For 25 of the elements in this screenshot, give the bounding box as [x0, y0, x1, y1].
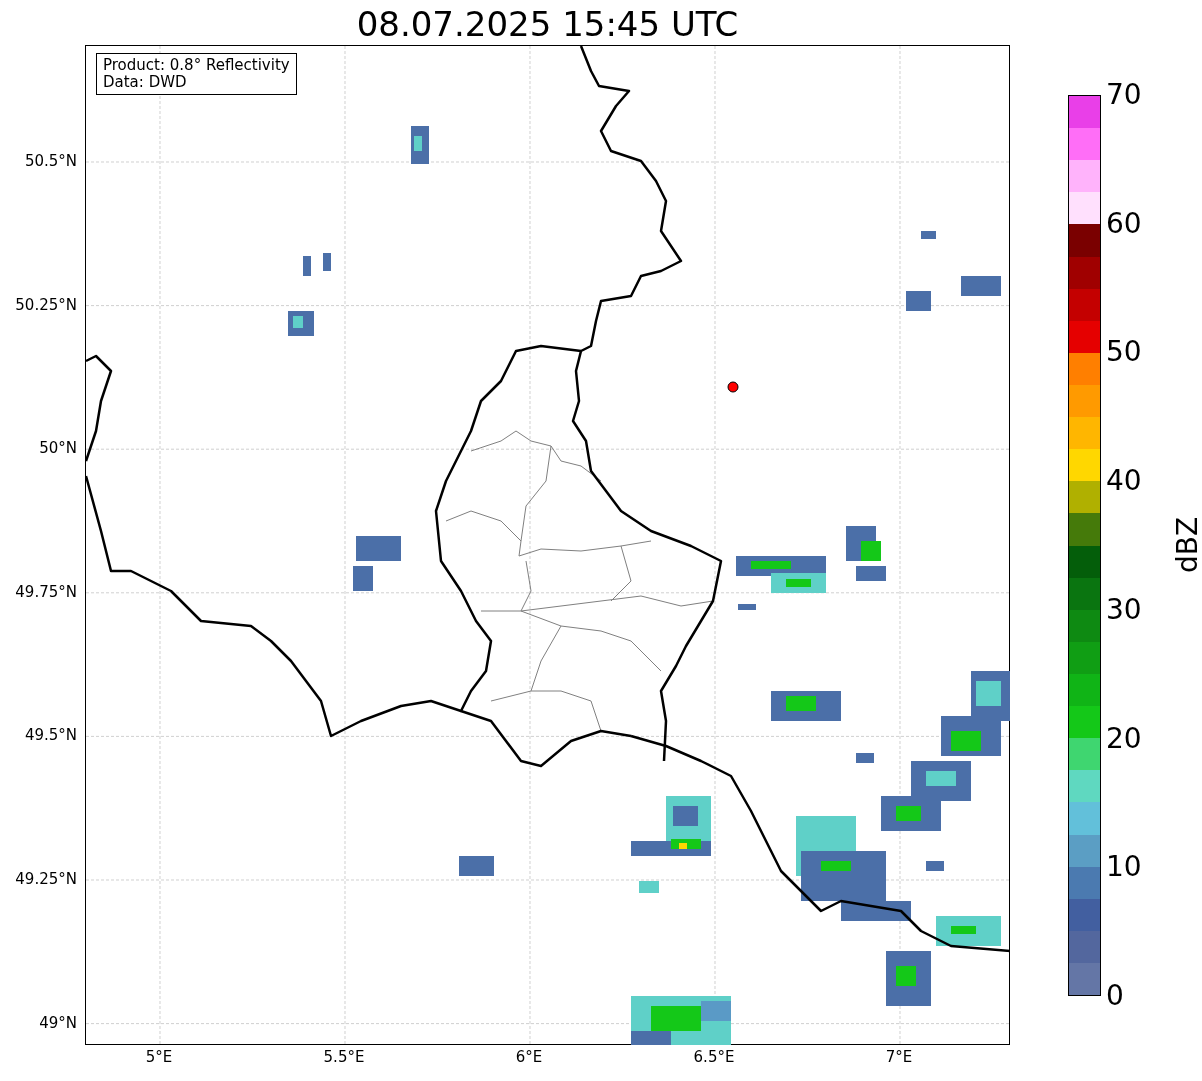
latitude-label: 50°N [39, 439, 77, 458]
latitude-label: 50.25°N [15, 295, 77, 314]
latitude-label: 49.5°N [24, 726, 77, 745]
colorbar-tick-label: 70 [1106, 79, 1142, 111]
colorbar-tick-label: 50 [1106, 336, 1142, 369]
chart-title: 08.07.2025 15:45 UTC [356, 3, 739, 45]
legend-text: Product: 0.8° Reflectivity [103, 57, 290, 74]
colorbar-tick-label: 30 [1106, 593, 1142, 626]
colorbar-tick-label: 40 [1106, 465, 1142, 498]
colorbar-tick-label: 60 [1106, 207, 1142, 240]
legend-text: Data: DWD [103, 74, 188, 91]
latitude-label: 49.25°N [15, 870, 77, 888]
longitude-label: 5°E [144, 1048, 174, 1066]
colorbar-label: dBZ [1172, 516, 1202, 574]
longitude-label: 7°E [884, 1048, 914, 1066]
longitude-label: 6°E [514, 1048, 544, 1066]
latitude-label: 49°N [39, 1013, 77, 1032]
longitude-label: 6.5°E [692, 1048, 736, 1066]
colorbar-tick-label: 20 [1106, 722, 1142, 755]
latitude-label: 50.5°N [24, 152, 77, 170]
colorbar-tick-label: 10 [1106, 851, 1142, 884]
colorbar-tick-label: 0 [1106, 979, 1124, 1012]
location-marker [727, 381, 739, 393]
latitude-label: 49.75°N [15, 582, 77, 601]
longitude-label: 5.5°E [322, 1048, 366, 1066]
